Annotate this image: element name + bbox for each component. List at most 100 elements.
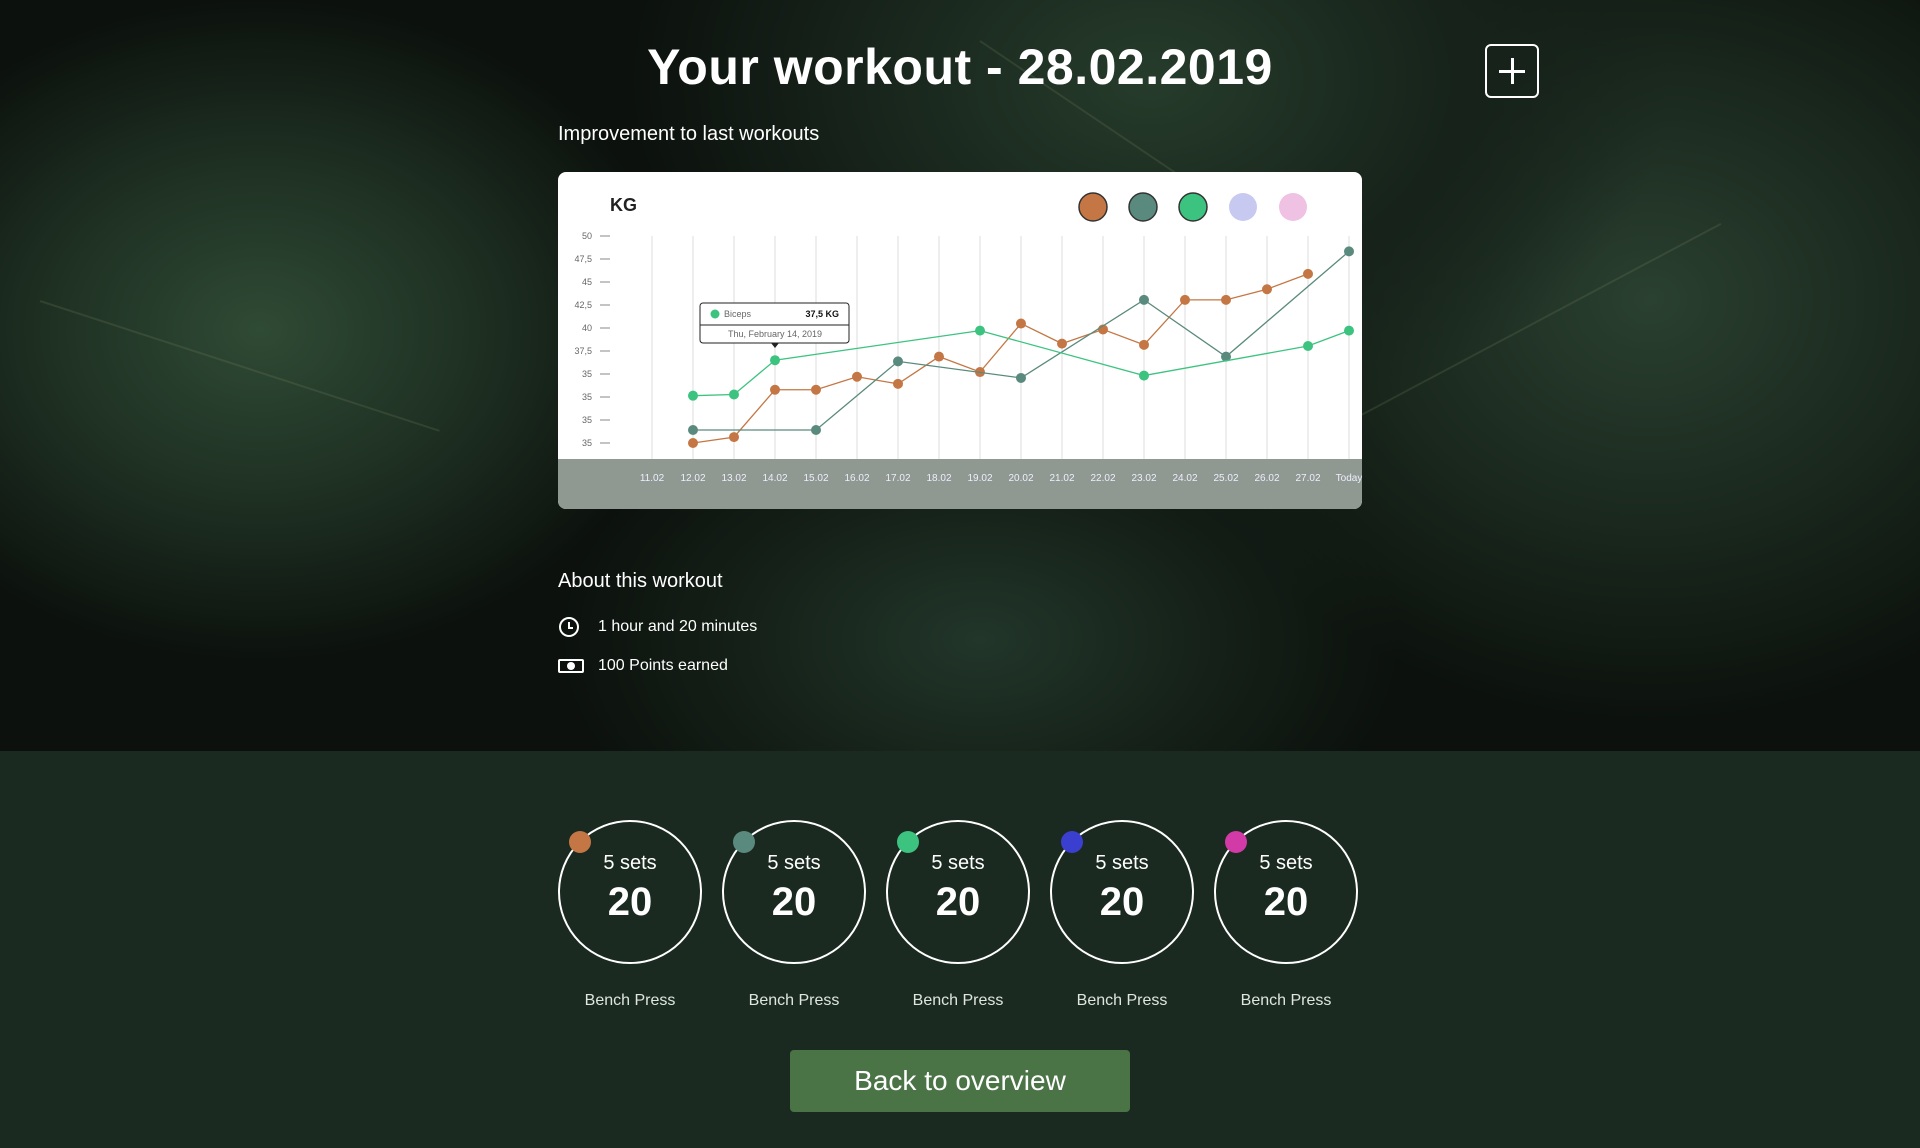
tooltip-series-name: Biceps [724,309,752,319]
y-axis-label: KG [610,195,637,215]
x-tick-label: 24.02 [1172,473,1197,484]
exercise-color-dot [1061,831,1083,853]
data-point [934,351,944,362]
x-tick-label: 23.02 [1131,473,1156,484]
exercise-name: Bench Press [748,992,840,1009]
exercise-sets: 5 sets [1095,852,1149,874]
data-point [688,424,698,435]
about-title: About this workout [558,570,723,592]
back-to-overview-button[interactable]: Back to overview [790,1050,1130,1112]
data-point [1262,284,1272,295]
add-workout-button[interactable] [1485,44,1539,98]
exercise-color-dot [1225,831,1247,853]
data-point [1139,294,1149,305]
data-point [811,424,821,435]
data-point [1221,294,1231,305]
y-tick-label: 50 [582,231,592,241]
exercise-name: Bench Press [1076,992,1168,1009]
x-tick-label: 13.02 [721,473,746,484]
legend-swatch [1128,192,1158,222]
points-row: 100 Points earned [558,655,728,677]
leaf-vein [1349,222,1722,422]
exercise-reps: 20 [935,880,981,924]
y-tick-label: 35 [582,438,592,448]
data-point [975,325,985,336]
tooltip-series-dot [710,309,720,319]
exercise-sets: 5 sets [603,852,657,874]
data-point [893,378,903,389]
y-tick-label: 37,5 [574,346,592,356]
x-tick-label: 25.02 [1213,473,1238,484]
x-tick-label: 11.02 [640,473,665,484]
duration-text: 1 hour and 20 minutes [598,618,758,635]
chart-subtitle: Improvement to last workouts [558,123,820,145]
x-tick-label: 26.02 [1254,473,1279,484]
data-point [770,355,780,366]
exercise-sets: 5 sets [931,852,985,874]
exercise-reps: 20 [607,880,653,924]
exercise-color-dot [569,831,591,853]
x-tick-label: 16.02 [844,473,869,484]
x-tick-label: 17.02 [885,473,910,484]
tooltip-pointer [771,343,779,348]
exercise-reps: 20 [1263,880,1309,924]
legend-swatch [1078,192,1108,222]
y-tick-label: 35 [582,415,592,425]
data-point [1303,268,1313,279]
data-point [1139,370,1149,381]
x-tick-label: 14.02 [762,473,787,484]
data-point [893,356,903,367]
y-tick-label: 42,5 [574,300,592,310]
improvement-chart: 50 47,5 45 42,5 40 37,5 35 35 35 35 KG 11.02 12.02 13… [558,172,1362,509]
x-tick-label: 12.02 [680,473,705,484]
y-tick-label: 47,5 [574,254,592,264]
data-point [770,384,780,395]
legend-swatch [1229,193,1257,221]
exercise-name: Bench Press [912,992,1004,1009]
points-text: 100 Points earned [598,657,728,674]
x-tick-label: Today [1336,473,1362,484]
x-tick-label: 19.02 [967,473,992,484]
exercise-sets: 5 sets [1259,852,1313,874]
cash-icon [558,659,584,673]
y-tick-label: 35 [582,369,592,379]
exercise-sets: 5 sets [767,852,821,874]
x-tick-label: 22.02 [1090,473,1115,484]
chart-svg: 50 47,5 45 42,5 40 37,5 35 35 35 35 KG 11.02 12.02 13… [558,192,1362,509]
tooltip-date: Thu, February 14, 2019 [728,329,822,339]
exercise-color-dot [897,831,919,853]
leaf-vein [39,300,440,432]
exercise-name: Bench Press [584,992,676,1009]
data-point [688,390,698,401]
data-point [688,438,698,448]
y-tick-label: 45 [582,277,592,287]
x-tick-label: 18.02 [926,473,951,484]
exercise-name: Bench Press [1240,992,1332,1009]
data-point [729,432,739,443]
data-point [852,371,862,382]
data-point [811,384,821,395]
data-point [1016,318,1026,329]
page-title: Your workout - 28.02.2019 [647,39,1273,95]
hero-background: Your workout - 28.02.2019 Improvement to… [0,0,1920,751]
data-point [1057,338,1067,349]
clock-icon [559,617,579,637]
data-point [729,389,739,400]
data-point [1344,325,1354,336]
data-point [1180,294,1190,305]
chart-axis-band [558,459,1362,509]
y-tick-label: 35 [582,392,592,402]
x-tick-label: 20.02 [1008,473,1033,484]
x-tick-label: 15.02 [803,473,828,484]
data-point [1303,341,1313,352]
data-point [1016,372,1026,383]
x-tick-label: 27.02 [1295,473,1320,484]
legend-swatch [1178,192,1208,222]
exercise-reps: 20 [1099,880,1145,924]
exercise-reps: 20 [771,880,817,924]
x-tick-label: 21.02 [1049,473,1074,484]
tooltip-value: 37,5 KG [805,309,839,319]
y-tick-label: 40 [582,323,592,333]
data-point [1344,246,1354,257]
legend-swatch [1279,193,1307,221]
